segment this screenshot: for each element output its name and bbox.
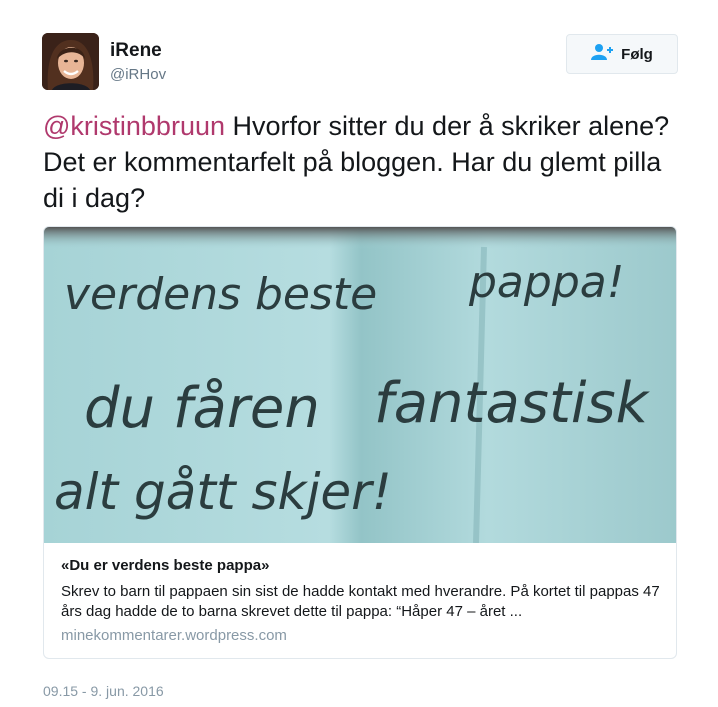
card-domain[interactable]: minekommentarer.wordpress.com (61, 627, 287, 645)
mention-link[interactable]: @kristinbbruun (43, 111, 225, 141)
link-card[interactable]: verdens beste pappa! du fåren fantastisk… (43, 226, 677, 659)
follow-button[interactable]: Følg (566, 34, 678, 74)
follow-button-label: Følg (621, 45, 653, 63)
add-user-icon (591, 43, 614, 65)
image-handwriting-line1a: verdens beste (64, 269, 377, 320)
user-name[interactable]: iRene (110, 40, 162, 62)
image-handwriting-line1b: pappa! (468, 257, 624, 308)
user-handle[interactable]: @iRHov (110, 66, 166, 84)
image-handwriting-line2b: fantastisk (374, 371, 651, 436)
tweet-text: @kristinbbruun Hvorfor sitter du der å s… (43, 108, 683, 216)
image-handwriting-line3: alt gått skjer! (54, 463, 392, 521)
card-title[interactable]: «Du er verdens beste pappa» (61, 557, 269, 575)
card-image[interactable]: verdens beste pappa! du fåren fantastisk… (44, 227, 676, 543)
tweet: iRene @iRHov Følg @kristinbbruun Hvorfor… (0, 0, 718, 707)
image-handwriting-line2a: du fåren (84, 376, 320, 441)
card-description: Skrev to barn til pappaen sin sist de ha… (61, 583, 660, 620)
avatar[interactable] (42, 33, 99, 90)
tweet-timestamp[interactable]: 09.15 - 9. jun. 2016 (43, 683, 164, 700)
